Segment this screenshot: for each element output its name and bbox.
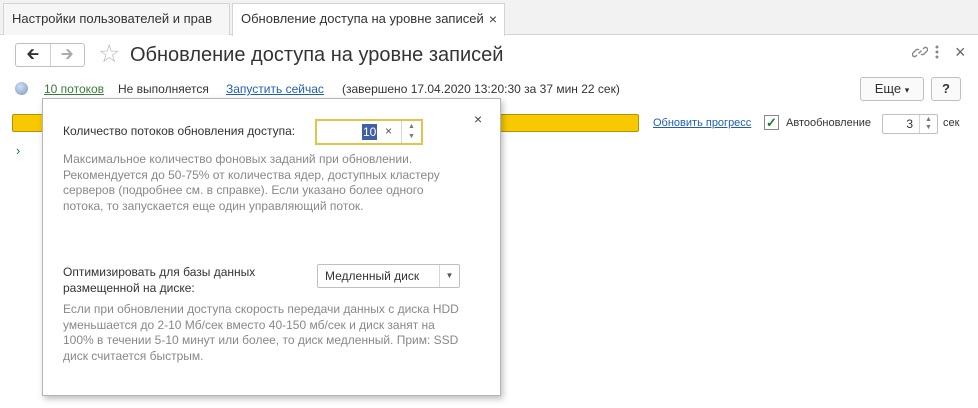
tab-label: Настройки пользователей и прав bbox=[12, 11, 213, 26]
interval-stepper[interactable]: ▲ ▼ bbox=[919, 115, 937, 133]
threads-count-link[interactable]: 10 потоков bbox=[44, 82, 104, 96]
more-vertical-icon[interactable] bbox=[934, 44, 940, 65]
threads-stepper[interactable]: ▲ ▼ bbox=[401, 121, 421, 143]
settings-popup: × Количество потоков обновления доступа:… bbox=[42, 98, 501, 396]
arrow-left-icon[interactable]: 🡰 bbox=[16, 44, 51, 66]
run-state-text: Не выполняется bbox=[118, 82, 209, 96]
popup-close-icon[interactable]: × bbox=[474, 111, 482, 127]
auto-update-checkbox[interactable]: ✓ bbox=[764, 115, 779, 130]
chevron-down-icon: ▾ bbox=[904, 85, 910, 95]
interval-unit-label: сек bbox=[943, 117, 960, 129]
status-globe-icon bbox=[15, 82, 28, 95]
page-title: Обновление доступа на уровне записей bbox=[130, 44, 504, 66]
disk-type-select[interactable]: Медленный диск ▼ bbox=[317, 264, 460, 288]
finished-info-text: (завершено 17.04.2020 13:20:30 за 37 мин… bbox=[342, 82, 620, 96]
threads-label: Количество потоков обновления доступа: bbox=[63, 124, 296, 138]
tab-label: Обновление доступа на уровне записей bbox=[241, 11, 484, 26]
threads-value: 10 bbox=[362, 124, 378, 140]
navigation-buttons: 🡰 🡲 bbox=[15, 43, 85, 67]
update-progress-link[interactable]: Обновить прогресс bbox=[653, 117, 751, 129]
close-icon[interactable]: × bbox=[955, 42, 966, 63]
run-now-link[interactable]: Запустить сейчас bbox=[226, 82, 324, 96]
disk-hint: Если при обновлении доступа скорость пер… bbox=[63, 302, 459, 363]
link-icon[interactable] bbox=[911, 44, 929, 65]
disk-type-value: Медленный диск bbox=[325, 269, 420, 283]
interval-input[interactable]: 3 ▲ ▼ bbox=[882, 114, 938, 134]
help-button[interactable]: ? bbox=[931, 77, 961, 101]
more-button[interactable]: Еще ▾ bbox=[860, 77, 924, 101]
clear-icon[interactable]: × bbox=[385, 124, 392, 138]
interval-value: 3 bbox=[906, 117, 913, 131]
optimize-label: Оптимизировать для базы данных размещенн… bbox=[63, 265, 256, 295]
tab-access-update[interactable]: Обновление доступа на уровне записей × bbox=[232, 3, 505, 36]
tab-bar: Настройки пользователей и прав Обновлени… bbox=[0, 0, 978, 36]
threads-input[interactable]: 10 × ▲ ▼ bbox=[315, 119, 423, 145]
threads-hint: Максимальное количество фоновых заданий … bbox=[63, 152, 440, 213]
star-icon[interactable]: ☆ bbox=[98, 40, 120, 68]
chevron-down-icon[interactable]: ▼ bbox=[439, 265, 459, 287]
chevron-right-icon[interactable]: › bbox=[16, 143, 20, 158]
auto-update-label: Автообновление bbox=[786, 117, 872, 129]
tab-close-icon[interactable]: × bbox=[489, 4, 497, 34]
arrow-right-icon[interactable]: 🡲 bbox=[51, 44, 85, 66]
tab-user-settings[interactable]: Настройки пользователей и прав bbox=[3, 3, 230, 35]
more-button-label: Еще bbox=[874, 81, 902, 96]
